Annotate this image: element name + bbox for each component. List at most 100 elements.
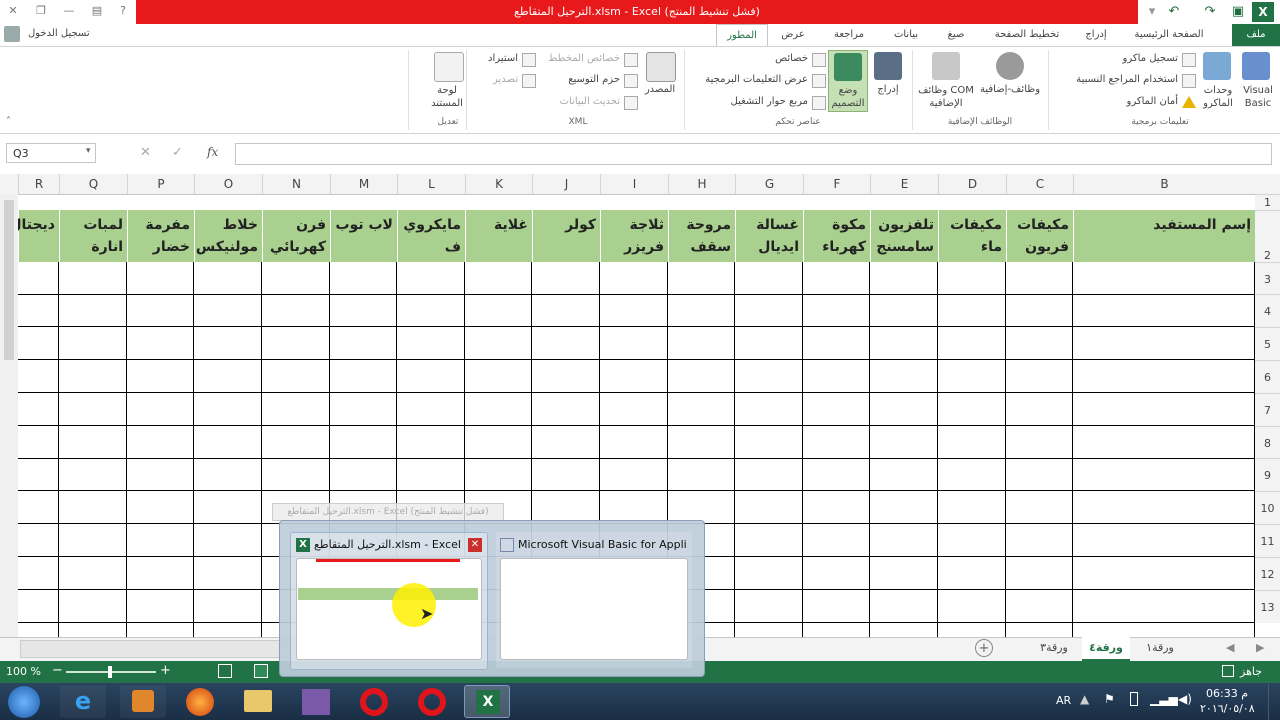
add-sheet-icon[interactable]: + [975,639,993,657]
grid-cell[interactable] [803,458,870,491]
grid-cell[interactable] [330,294,397,327]
grid-cell[interactable] [532,262,600,295]
page-break-view-icon[interactable] [218,664,232,678]
document-panel-button[interactable]: لوحة المستند [424,84,470,110]
grid-cell[interactable] [397,294,465,327]
grid-cell[interactable] [127,524,194,557]
grid-cell[interactable] [938,426,1006,459]
grid-cell[interactable] [1006,393,1073,426]
column-header-n[interactable]: N [262,174,330,194]
grid-cell[interactable] [1006,360,1073,393]
grid-cell[interactable] [938,557,1006,590]
grid-cell[interactable] [938,262,1006,295]
grid-cell[interactable] [1006,623,1073,637]
grid-cell[interactable] [1006,327,1073,360]
grid-cell[interactable] [194,623,262,637]
grid-cell[interactable] [194,590,262,623]
scroll-sheets-left-icon[interactable]: ◀ [1226,641,1234,654]
grid-cell[interactable] [127,360,194,393]
grid-cell[interactable] [397,458,465,491]
grid-cell[interactable] [1006,458,1073,491]
start-button-icon[interactable] [8,686,40,718]
grid-cell[interactable] [59,491,127,524]
column-header-c[interactable]: C [1006,174,1073,194]
row-header[interactable]: 8 [1255,426,1280,459]
grid-cell[interactable] [1006,491,1073,524]
grid-cell[interactable] [18,294,59,327]
grid-cell[interactable] [870,393,938,426]
grid-cell[interactable] [668,327,735,360]
column-header-m[interactable]: M [330,174,397,194]
grid-cell[interactable] [735,623,803,637]
grid-cell[interactable] [59,327,127,360]
grid-cell[interactable] [18,426,59,459]
grid-cell[interactable] [59,426,127,459]
grid-cell[interactable] [803,590,870,623]
grid-cell[interactable] [938,623,1006,637]
grid-cell[interactable] [668,294,735,327]
grid-cell[interactable] [600,458,668,491]
grid-cell[interactable] [1073,262,1255,295]
tab-formulas[interactable]: صيغ [936,24,976,46]
grid-cell[interactable] [397,426,465,459]
grid-cell[interactable] [870,524,938,557]
grid-cell[interactable] [870,262,938,295]
action-center-icon[interactable]: ⚑ [1104,692,1115,706]
grid-cell[interactable] [59,590,127,623]
grid-cell[interactable] [18,327,59,360]
column-header-r[interactable]: R [18,174,59,194]
insert-control-button[interactable]: إدراج [870,84,906,95]
column-header-o[interactable]: O [194,174,262,194]
grid-cell[interactable] [870,426,938,459]
grid-cell[interactable] [18,360,59,393]
grid-cell[interactable] [1006,426,1073,459]
column-header-d[interactable]: D [938,174,1006,194]
grid-cell[interactable] [870,294,938,327]
grid-cell[interactable] [938,327,1006,360]
name-box[interactable]: Q3 [6,143,96,163]
language-indicator[interactable]: AR [1056,694,1071,707]
grid-cell[interactable] [59,524,127,557]
grid-cell[interactable] [330,262,397,295]
grid-cell[interactable] [870,360,938,393]
undo-icon[interactable]: ↶ [1164,2,1184,22]
grid-cell[interactable] [938,294,1006,327]
grid-cell[interactable] [194,491,262,524]
grid-cell[interactable] [1073,524,1255,557]
grid-cell[interactable] [803,360,870,393]
grid-cell[interactable] [1073,557,1255,590]
close-window-icon[interactable]: ✕ [2,2,24,20]
grid-cell[interactable] [397,393,465,426]
grid-cell[interactable] [1073,590,1255,623]
grid-cell[interactable] [1073,623,1255,637]
scroll-sheets-right-icon[interactable]: ▶ [1256,641,1264,654]
grid-cell[interactable] [330,393,397,426]
grid-cell[interactable] [1073,426,1255,459]
grid-cell[interactable] [1006,294,1073,327]
grid-cell[interactable] [18,557,59,590]
tab-data[interactable]: بيانات [882,24,930,46]
tab-file[interactable]: ملف [1232,24,1280,46]
collapse-ribbon-icon[interactable]: ˄ [6,116,11,127]
grid-cell[interactable] [127,294,194,327]
expansion-packs-button[interactable]: حزم التوسيع [530,74,620,85]
grid-cell[interactable] [59,360,127,393]
view-code-button[interactable]: عرض التعليمات البرمجية [680,74,808,85]
grid-cell[interactable] [59,458,127,491]
tab-review[interactable]: مراجعة [822,24,876,46]
grid-cell[interactable] [465,327,532,360]
grid-cell[interactable] [735,393,803,426]
battery-icon[interactable] [1130,692,1138,706]
grid-cell[interactable] [735,458,803,491]
tab-home[interactable]: الصفحة الرئيسية [1116,24,1222,46]
row-header[interactable]: 2 [1255,210,1280,262]
grid-cell[interactable] [803,393,870,426]
column-header-i[interactable]: I [600,174,668,194]
select-all-corner[interactable] [0,174,18,194]
grid-cell[interactable] [262,426,330,459]
import-button[interactable]: استيراد [470,53,518,64]
grid-cell[interactable] [668,262,735,295]
grid-cell[interactable] [870,327,938,360]
volume-icon[interactable]: ◀) [1178,692,1192,706]
clock-date[interactable]: ٢٠١٦/٠٥/٠٨ [1200,702,1255,715]
